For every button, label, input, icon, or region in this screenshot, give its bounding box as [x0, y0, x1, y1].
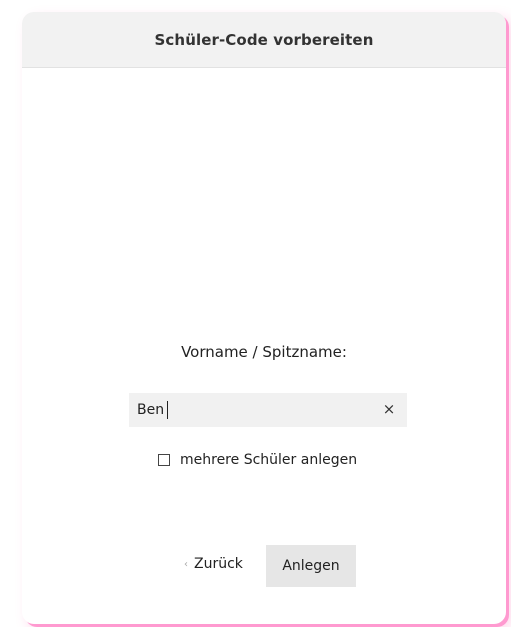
- back-button[interactable]: ‹ Zurück: [184, 556, 243, 572]
- text-caret: [167, 401, 168, 419]
- create-button[interactable]: Anlegen: [266, 545, 356, 587]
- back-label: Zurück: [194, 556, 243, 572]
- chevron-left-icon: ‹: [184, 558, 188, 570]
- clear-icon[interactable]: ×: [379, 399, 399, 419]
- name-label: Vorname / Spitzname:: [181, 343, 347, 361]
- dialog-title: Schüler-Code vorbereiten: [154, 30, 374, 49]
- multiple-students-option[interactable]: mehrere Schüler anlegen: [158, 452, 357, 468]
- name-field: ×: [129, 393, 407, 427]
- multiple-students-label: mehrere Schüler anlegen: [180, 452, 358, 468]
- multiple-students-checkbox[interactable]: [158, 454, 170, 466]
- dialog: Schüler-Code vorbereiten Vorname / Spitz…: [22, 12, 506, 624]
- dialog-header: Schüler-Code vorbereiten: [22, 12, 506, 68]
- name-input[interactable]: [129, 393, 369, 427]
